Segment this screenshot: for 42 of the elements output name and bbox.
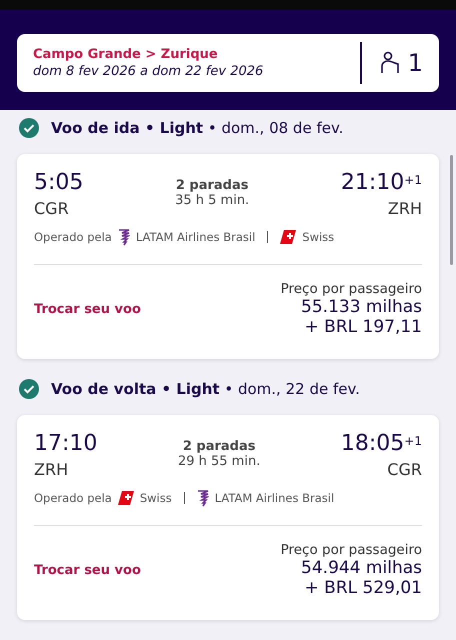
operated-label: Operado pela xyxy=(34,230,112,244)
departure-airport: ZRH xyxy=(34,460,70,479)
arrival-airport: ZRH xyxy=(388,199,422,218)
flight-heading: Voo de ida • Light • dom., 08 de fev. xyxy=(51,119,344,137)
change-flight-link[interactable]: Trocar seu voo xyxy=(34,302,141,316)
cash-price: + BRL 529,01 xyxy=(304,578,422,598)
arrival-time: 18:05 xyxy=(340,431,404,456)
stops-text: 2 paradas xyxy=(182,439,256,454)
arrival-airport: CGR xyxy=(387,460,422,479)
airline-name: Swiss xyxy=(140,491,172,505)
check-icon xyxy=(19,379,39,399)
airline-name: LATAM Airlines Brasil xyxy=(136,230,256,244)
day-offset: +1 xyxy=(404,173,422,187)
dates-text: dom 8 fev 2026 a dom 22 fev 2026 xyxy=(33,64,264,79)
stops-text: 2 paradas xyxy=(176,178,248,193)
arrival-time: 21:10 xyxy=(340,170,404,195)
flight-heading: Voo de volta • Light • dom., 22 de fev. xyxy=(51,380,360,398)
airline-logo-icon xyxy=(118,491,134,505)
day-offset: +1 xyxy=(404,434,422,448)
scrollbar[interactable] xyxy=(450,155,453,265)
miles-price: 54.944 milhas xyxy=(301,558,422,578)
search-summary-card[interactable]: Campo Grande > Zurique dom 8 fev 2026 a dom 22 fev 2026 1 xyxy=(17,34,439,92)
person-icon xyxy=(380,51,400,75)
departure-time: 17:10 xyxy=(34,431,98,456)
airline-name: Swiss xyxy=(302,230,334,244)
duration-text: 35 h 5 min. xyxy=(175,193,250,208)
price-label: Preço por passageiro xyxy=(280,281,422,297)
airline-name: LATAM Airlines Brasil xyxy=(214,491,334,505)
departure-airport: CGR xyxy=(34,199,70,218)
duration-text: 29 h 55 min. xyxy=(178,454,260,469)
check-icon xyxy=(19,118,39,138)
change-flight-link[interactable]: Trocar seu voo xyxy=(34,562,141,578)
miles-price: 55.133 milhas xyxy=(301,297,422,317)
price-label: Preço por passageiro xyxy=(280,542,422,558)
airline-logo-icon xyxy=(196,489,209,507)
departure-time: 5:05 xyxy=(34,170,84,195)
passenger-count: 1 xyxy=(408,49,423,77)
operated-label: Operado pela xyxy=(34,491,112,505)
cash-price: + BRL 197,11 xyxy=(304,317,422,337)
airline-logo-icon xyxy=(118,228,130,246)
route-text: Campo Grande > Zurique xyxy=(33,47,219,62)
airline-logo-icon xyxy=(280,230,296,244)
